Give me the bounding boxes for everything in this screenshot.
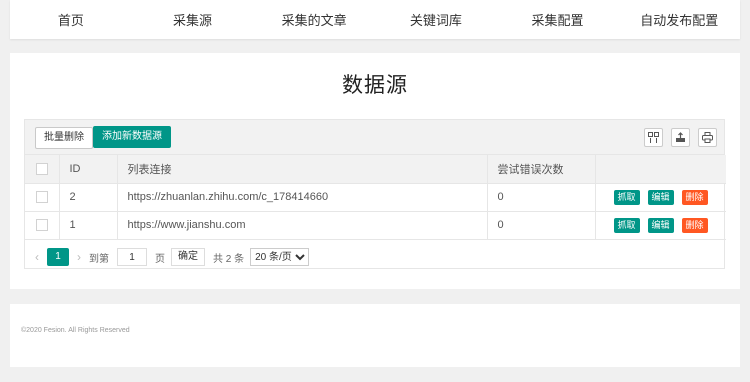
- column-header-id[interactable]: ID: [59, 155, 118, 184]
- edit-button[interactable]: 编辑: [647, 189, 674, 205]
- page-unit-label: 页: [155, 253, 165, 265]
- next-page-icon[interactable]: ›: [77, 250, 81, 264]
- prev-page-icon[interactable]: ‹: [35, 250, 39, 264]
- export-icon[interactable]: [671, 128, 690, 147]
- current-page-button[interactable]: 1: [47, 248, 69, 266]
- row-url: https://www.jianshu.com: [117, 211, 488, 240]
- table-row: 2 https://zhuanlan.zhihu.com/c_178414660…: [25, 183, 726, 212]
- row-url: https://zhuanlan.zhihu.com/c_178414660: [117, 183, 488, 212]
- data-table-container: 批量删除 添加新数据源 ID 列表连接 尝试错误次数 2 https://zhu…: [24, 119, 726, 270]
- add-source-button[interactable]: 添加新数据源: [93, 126, 171, 148]
- nav-item-collect-config[interactable]: 采集配置: [497, 10, 619, 29]
- delete-button[interactable]: 删除: [681, 217, 708, 233]
- top-nav: 首页 采集源 采集的文章 关键词库 采集配置 自动发布配置: [10, 0, 740, 39]
- table-row: 1 https://www.jianshu.com 0 抓取 编辑 删除: [25, 211, 726, 240]
- row-actions: 抓取 编辑 删除: [606, 217, 717, 233]
- nav-item-keywords[interactable]: 关键词库: [375, 10, 497, 29]
- row-error-count: 0: [487, 211, 596, 240]
- batch-delete-button[interactable]: 批量删除: [35, 127, 93, 149]
- column-header-url[interactable]: 列表连接: [117, 155, 488, 184]
- total-count: 共 2 条: [213, 253, 245, 265]
- print-icon[interactable]: [698, 128, 717, 147]
- table-toolbar: 批量删除 添加新数据源: [25, 120, 724, 155]
- pagination: ‹ 1 › 到第 页 确定 共 2 条 20 条/页: [25, 244, 724, 270]
- sources-table: ID 列表连接 尝试错误次数 2 https://zhuanlan.zhihu.…: [25, 155, 726, 240]
- delete-button[interactable]: 删除: [681, 189, 708, 205]
- row-checkbox[interactable]: [35, 191, 48, 204]
- copyright-text: ©2020 Fesion. All Rights Reserved: [21, 327, 130, 334]
- row-error-count: 0: [487, 183, 596, 212]
- select-all-checkbox[interactable]: [35, 162, 48, 175]
- table-header-row: ID 列表连接 尝试错误次数: [25, 155, 726, 184]
- row-id: 1: [59, 211, 118, 240]
- edit-button[interactable]: 编辑: [647, 217, 674, 233]
- row-id: 2: [59, 183, 118, 212]
- fetch-button[interactable]: 抓取: [613, 217, 640, 233]
- nav-item-articles[interactable]: 采集的文章: [253, 10, 375, 29]
- column-header-actions: [595, 155, 726, 184]
- main-card: 数据源 批量删除 添加新数据源 ID 列表连接 尝试错误次数 2 https:/…: [10, 53, 740, 289]
- columns-icon[interactable]: [644, 128, 663, 147]
- footer: ©2020 Fesion. All Rights Reserved: [10, 304, 740, 367]
- row-checkbox[interactable]: [35, 219, 48, 232]
- goto-page-input[interactable]: [117, 248, 147, 266]
- column-header-errors[interactable]: 尝试错误次数: [487, 155, 596, 184]
- nav-item-sources[interactable]: 采集源: [132, 10, 254, 29]
- goto-confirm-button[interactable]: 确定: [171, 248, 205, 266]
- page-size-select[interactable]: 20 条/页: [250, 248, 310, 266]
- nav-item-publish-config[interactable]: 自动发布配置: [618, 10, 740, 29]
- row-actions: 抓取 编辑 删除: [606, 189, 717, 205]
- page-title: 数据源: [342, 74, 408, 97]
- fetch-button[interactable]: 抓取: [613, 189, 640, 205]
- goto-label: 到第: [89, 253, 109, 265]
- nav-item-home[interactable]: 首页: [10, 10, 132, 29]
